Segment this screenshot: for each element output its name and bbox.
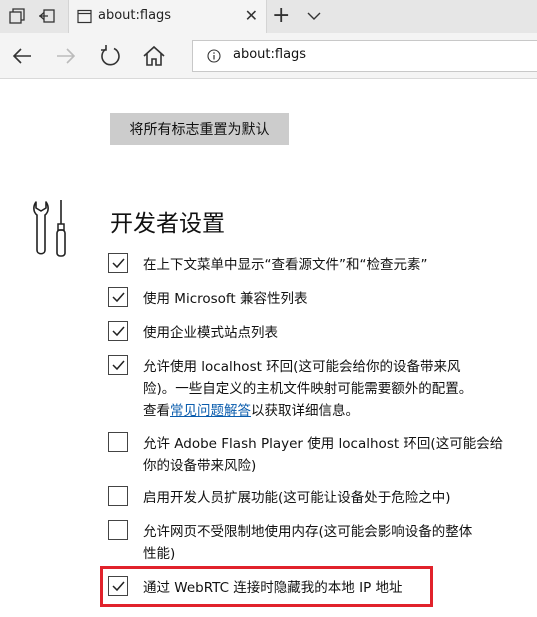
checkbox[interactable] [108,486,128,506]
navigation-bar: about:flags [0,33,537,79]
set-aside-tabs-icon[interactable] [38,7,56,25]
close-icon[interactable]: ✕ [245,6,258,26]
details-line: 查看常见问题解答以获取详细信息。 [143,403,359,419]
option-label: 使用企业模式站点列表 [143,325,278,341]
option-label: 在上下文菜单中显示“查看源文件”和“检查元素” [143,257,428,273]
option-label: 允许 Adobe Flash Player 使用 localhost 环回(这可… [143,436,504,474]
address-text[interactable]: about:flags [233,47,306,62]
forward-icon[interactable] [52,42,80,70]
option-label: 允许网页不受限制地使用内存(这可能会影响设备的整体 性能) [143,524,473,562]
checkmark-icon [112,326,125,337]
checkbox[interactable] [108,253,128,273]
home-icon[interactable] [140,42,168,70]
plus-icon[interactable]: + [272,3,290,29]
reset-flags-button[interactable]: 将所有标志重置为默认 [110,113,289,145]
checkbox[interactable] [108,432,128,452]
chevron-down-icon[interactable] [306,8,322,24]
address-bar[interactable]: about:flags [192,40,537,72]
checkbox[interactable] [108,287,128,307]
option-label: 允许使用 localhost 环回(这可能会给你的设备带来风 险)。一些自定义的… [143,356,472,422]
checkbox[interactable] [108,321,128,341]
refresh-icon[interactable] [96,42,124,70]
tab-title: about:flags [98,8,172,23]
checkmark-icon [112,258,125,269]
checkmark-icon [112,360,125,371]
option-label: 使用 Microsoft 兼容性列表 [143,291,308,307]
tab-strip: about:flags ✕ + [0,0,537,33]
back-icon[interactable] [8,42,36,70]
developer-tools-icon [33,200,66,257]
checkbox[interactable] [108,520,128,540]
info-icon[interactable] [207,49,221,63]
section-title: 开发者设置 [110,211,225,237]
checkmark-icon [112,292,125,303]
option-label: 启用开发人员扩展功能(这可能让设备处于危险之中) [143,490,451,506]
checkbox[interactable] [108,355,128,375]
active-tab[interactable]: about:flags ✕ [68,0,267,33]
page-icon [77,9,92,24]
faq-link[interactable]: 常见问题解答 [170,403,251,419]
tab-manager-icon[interactable] [8,7,26,25]
highlight-box [100,566,433,607]
